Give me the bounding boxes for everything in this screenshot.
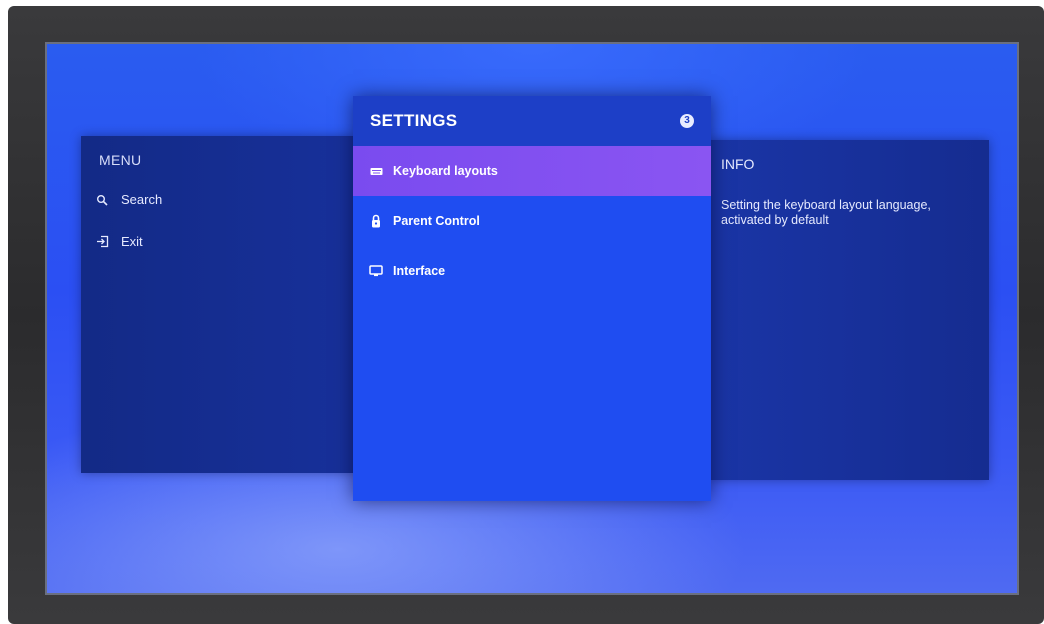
settings-item-interface[interactable]: Interface <box>353 246 711 296</box>
settings-item-parent-control[interactable]: Parent Control <box>353 196 711 246</box>
tv-screen: MENU Search Exit INFO Setting the keyboa… <box>45 42 1019 595</box>
keyboard-icon <box>369 164 383 178</box>
lock-icon <box>369 214 383 228</box>
exit-icon <box>95 235 109 249</box>
menu-panel: MENU Search Exit <box>81 136 355 473</box>
settings-list: Keyboard layouts Parent Control Interfac… <box>353 146 711 296</box>
settings-header: SETTINGS 3 <box>353 96 711 146</box>
menu-item-label: Exit <box>121 234 143 249</box>
menu-item-search[interactable]: Search <box>95 192 162 207</box>
settings-item-keyboard-layouts[interactable]: Keyboard layouts <box>353 146 711 196</box>
info-description: Setting the keyboard layout language, ac… <box>721 198 931 227</box>
menu-title: MENU <box>99 152 142 168</box>
monitor-icon <box>369 264 383 278</box>
settings-item-label: Interface <box>393 264 446 278</box>
settings-title: SETTINGS <box>370 111 458 130</box>
settings-panel: SETTINGS 3 Keyboard layouts Parent Contr… <box>353 96 711 501</box>
info-panel: INFO Setting the keyboard layout languag… <box>709 140 989 480</box>
settings-item-label: Keyboard layouts <box>393 164 498 178</box>
menu-item-exit[interactable]: Exit <box>95 234 143 249</box>
menu-item-label: Search <box>121 192 163 207</box>
settings-count-badge: 3 <box>680 114 694 128</box>
search-icon <box>95 193 109 207</box>
info-title: INFO <box>721 156 755 172</box>
settings-item-label: Parent Control <box>393 214 480 228</box>
